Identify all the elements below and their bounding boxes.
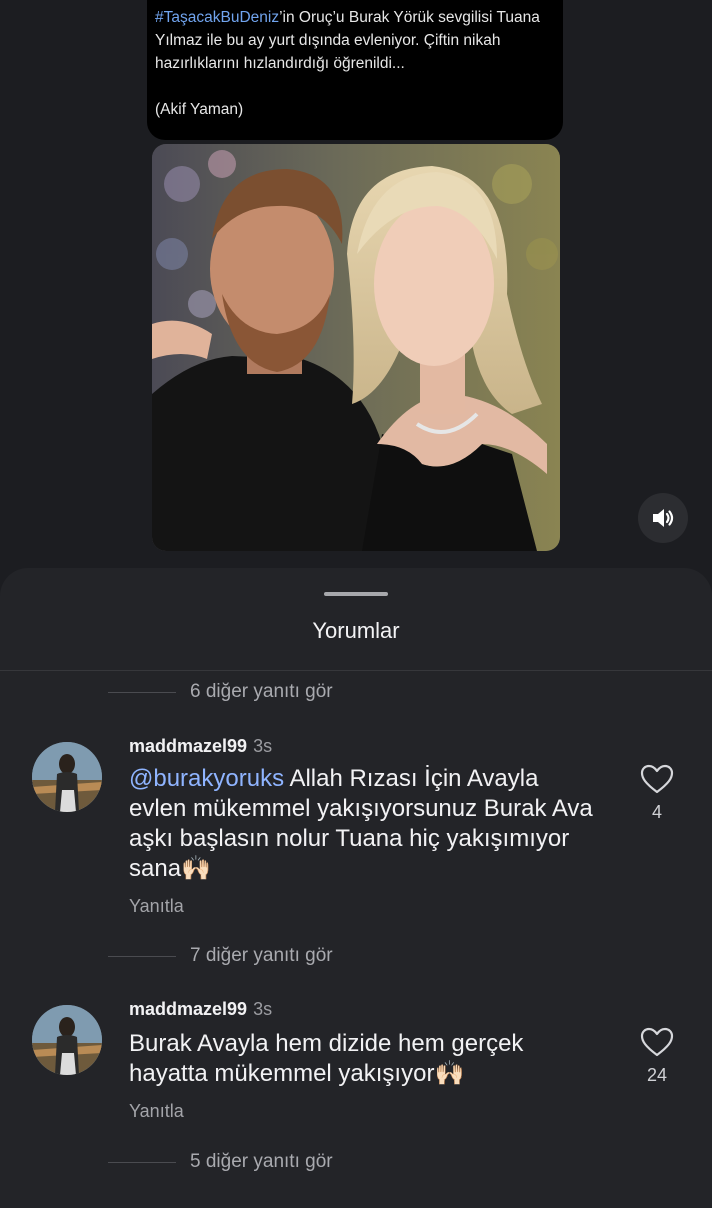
- couple-photo: [152, 144, 560, 551]
- view-more-replies-button[interactable]: 6 diğer yanıtı gör: [108, 680, 333, 704]
- comment-text: Burak Avayla hem dizide hem gerçek hayat…: [129, 1029, 599, 1089]
- comment-body: Burak Avayla hem dizide hem gerçek hayat…: [129, 1030, 524, 1087]
- avatar[interactable]: [32, 1005, 102, 1075]
- comment-username[interactable]: maddmazel99: [129, 999, 247, 1019]
- heart-icon: [640, 1027, 674, 1057]
- like-button[interactable]: 4: [636, 764, 678, 823]
- reply-thread-line: [108, 691, 176, 693]
- comment-meta: maddmazel99 3s: [129, 999, 272, 1020]
- post-hashtag[interactable]: #TaşacakBuDeniz: [155, 9, 279, 26]
- comments-sheet: Yorumlar 6 diğer yanıtı gör maddmazel99 3…: [0, 568, 712, 1208]
- like-count: 4: [651, 802, 662, 822]
- view-more-replies-button[interactable]: 5 diğer yanıtı gör: [108, 1150, 333, 1174]
- mute-toggle-button[interactable]: [638, 493, 688, 543]
- post-caption: #TaşacakBuDeniz’in Oruç’u Burak Yörük se…: [155, 6, 560, 121]
- comment-timestamp: 3s: [253, 999, 273, 1019]
- comment-timestamp: 3s: [253, 736, 273, 756]
- comment-meta: maddmazel99 3s: [129, 736, 272, 757]
- post-caption-card: #TaşacakBuDeniz’in Oruç’u Burak Yörük se…: [147, 0, 563, 140]
- reply-button[interactable]: Yanıtla: [129, 896, 184, 917]
- avatar[interactable]: [32, 742, 102, 812]
- reply-thread-line: [108, 955, 176, 957]
- view-more-replies-button[interactable]: 7 diğer yanıtı gör: [108, 944, 333, 968]
- sheet-drag-handle[interactable]: [324, 592, 388, 596]
- view-more-replies-label: 6 diğer yanıtı gör: [190, 681, 333, 702]
- heart-icon: [640, 764, 674, 794]
- post-author: (Akif Yaman): [155, 101, 244, 118]
- sheet-divider: [0, 670, 712, 671]
- reply-thread-line: [108, 1161, 176, 1163]
- like-count: 24: [646, 1065, 668, 1085]
- comment-mention[interactable]: @burakyoruks: [129, 765, 284, 792]
- volume-icon: [653, 509, 674, 527]
- video-post[interactable]: #TaşacakBuDeniz’in Oruç’u Burak Yörük se…: [0, 0, 712, 600]
- sheet-title: Yorumlar: [312, 618, 400, 643]
- view-more-replies-label: 5 diğer yanıtı gör: [190, 1151, 333, 1172]
- comment-username[interactable]: maddmazel99: [129, 736, 247, 756]
- like-button[interactable]: 24: [636, 1027, 678, 1086]
- reply-button[interactable]: Yanıtla: [129, 1101, 184, 1122]
- comment-text: @burakyoruks Allah Rızası İçin Avayla ev…: [129, 764, 599, 884]
- view-more-replies-label: 7 diğer yanıtı gör: [190, 945, 333, 966]
